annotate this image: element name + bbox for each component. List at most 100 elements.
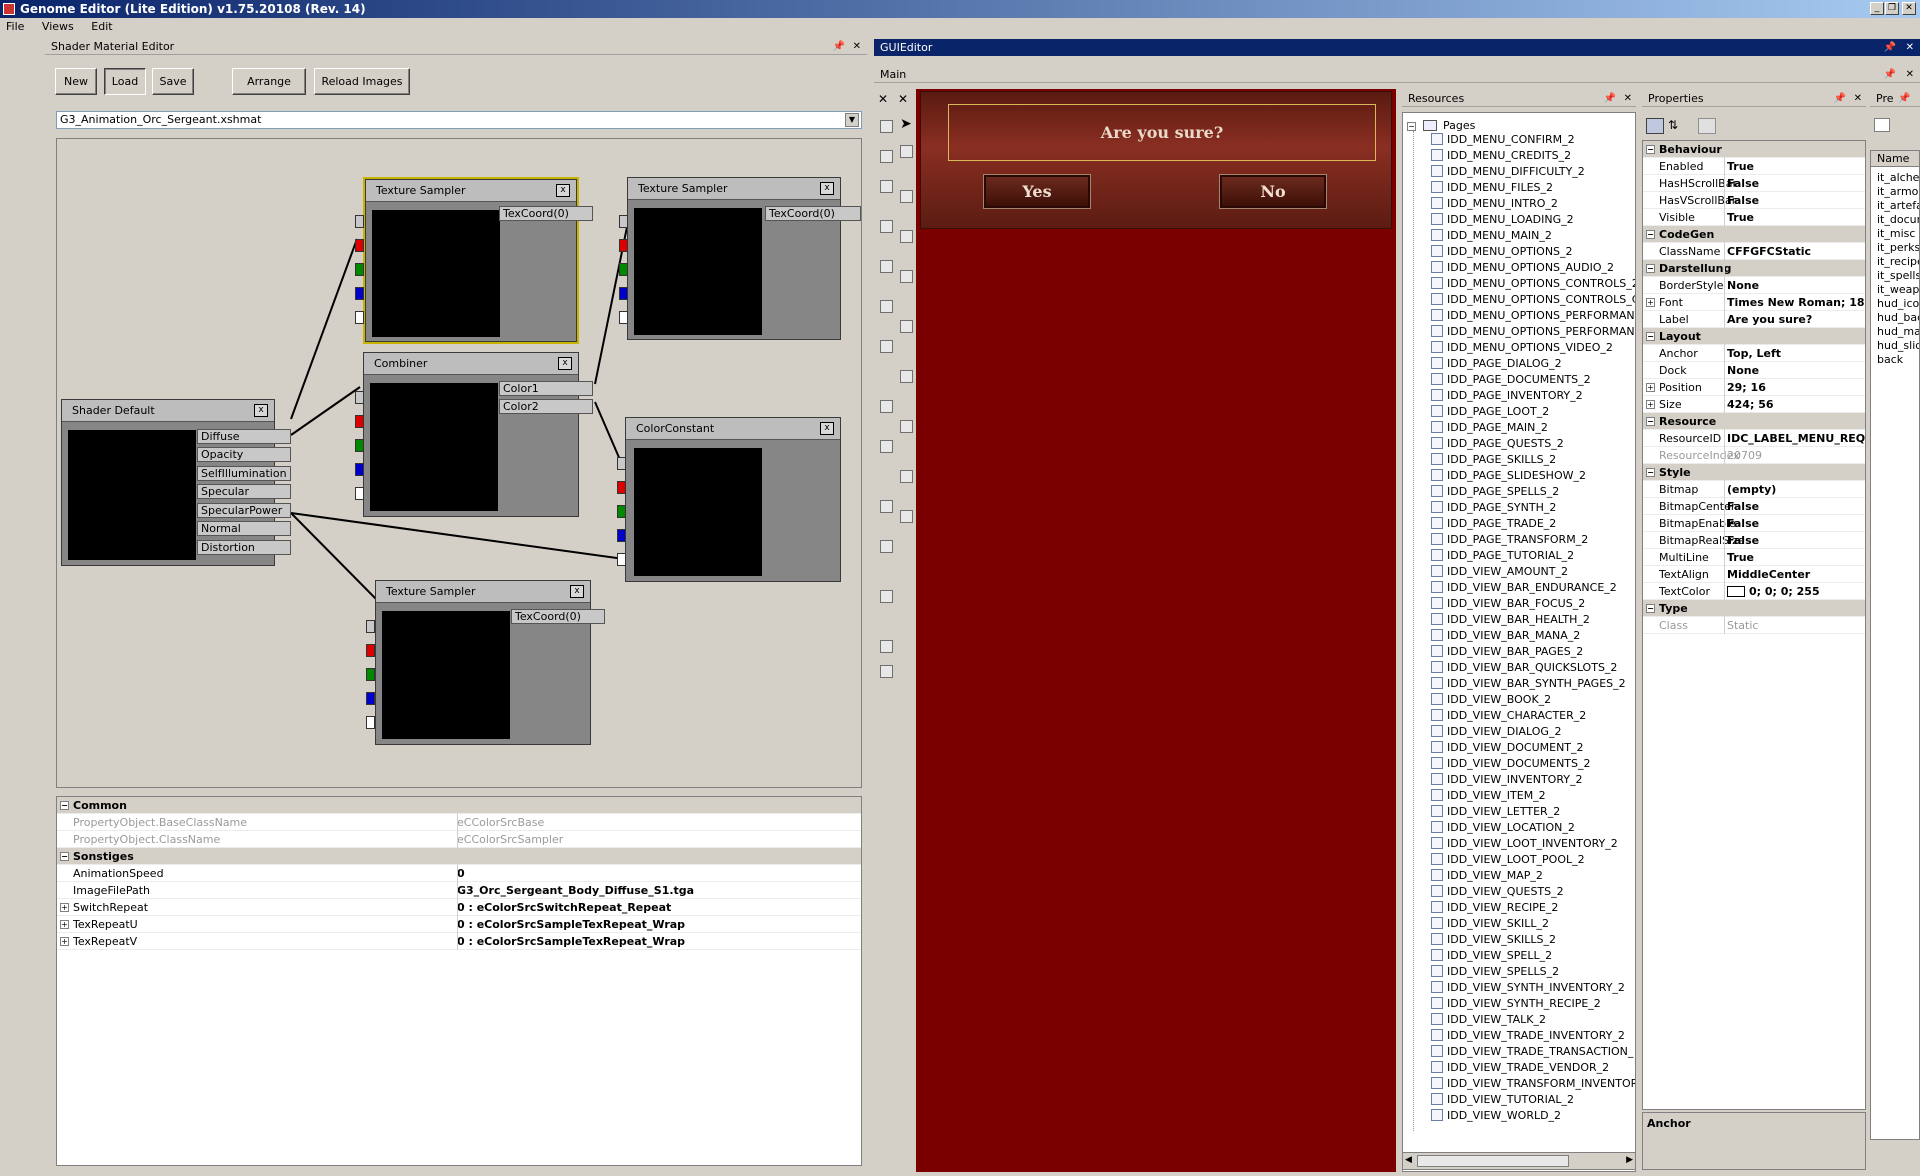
resource-item[interactable]: IDD_PAGE_TRADE_2	[1431, 516, 1556, 532]
port-red[interactable]	[355, 415, 364, 428]
resource-item[interactable]: IDD_VIEW_BAR_QUICKSLOTS_2	[1431, 660, 1617, 676]
resource-item[interactable]: IDD_VIEW_BAR_SYNTH_PAGES_2	[1431, 676, 1626, 692]
input-specularpower[interactable]: SpecularPower	[197, 503, 291, 518]
port-blue[interactable]	[366, 692, 375, 705]
pin-icon[interactable]: 📌	[1884, 39, 1896, 56]
resource-item[interactable]: IDD_VIEW_TRADE_TRANSACTION_	[1431, 1044, 1633, 1060]
resource-item[interactable]: IDD_VIEW_ITEM_2	[1431, 788, 1546, 804]
pointer-icon[interactable]: ➤	[900, 116, 912, 132]
close-icon[interactable]: ✕	[853, 38, 861, 55]
resource-item[interactable]: IDD_VIEW_TALK_2	[1431, 1012, 1546, 1028]
tool-icon[interactable]	[900, 190, 913, 203]
resource-item[interactable]: IDD_VIEW_RECIPE_2	[1431, 900, 1558, 916]
port-green[interactable]	[355, 263, 364, 276]
resource-item[interactable]: IDD_PAGE_LOOT_2	[1431, 404, 1549, 420]
resource-item[interactable]: IDD_VIEW_SKILL_2	[1431, 916, 1549, 932]
preview-list-item[interactable]: it_artefac	[1877, 199, 1919, 213]
combiner-node[interactable]: Combiner x	[363, 352, 579, 517]
resource-item[interactable]: IDD_MENU_CREDITS_2	[1431, 148, 1571, 164]
load-button[interactable]: Load	[104, 68, 146, 95]
resource-item[interactable]: IDD_VIEW_LETTER_2	[1431, 804, 1560, 820]
resource-item[interactable]: IDD_VIEW_TRADE_INVENTORY_2	[1431, 1028, 1625, 1044]
close-icon[interactable]: ✕	[898, 92, 908, 106]
port-input[interactable]	[355, 391, 364, 404]
resource-item[interactable]: IDD_MENU_FILES_2	[1431, 180, 1553, 196]
resource-item[interactable]: IDD_VIEW_TRADE_VENDOR_2	[1431, 1060, 1609, 1076]
node-close-button[interactable]: x	[570, 585, 584, 598]
node-graph-canvas[interactable]: Texture Sampler x TexCoord(0) Texture Sam…	[56, 138, 862, 788]
tool-icon[interactable]	[880, 260, 893, 273]
pin-icon[interactable]: 📌	[1604, 90, 1616, 107]
collapse-icon[interactable]: −	[1646, 417, 1655, 426]
resource-item[interactable]: IDD_VIEW_LOOT_INVENTORY_2	[1431, 836, 1618, 852]
property-row[interactable]: Enabled True	[1643, 158, 1865, 175]
resource-item[interactable]: IDD_VIEW_CHARACTER_2	[1431, 708, 1586, 724]
prop-row[interactable]: + TexRepeatU 0 : eColorSrcSampleTexRepeat_…	[57, 916, 861, 933]
input-opacity[interactable]: Opacity	[197, 447, 291, 462]
preview-list-item[interactable]: it_docume	[1877, 213, 1919, 227]
resource-item[interactable]: IDD_PAGE_SLIDESHOW_2	[1431, 468, 1586, 484]
property-row[interactable]: ClassName CFFGFCStatic	[1643, 243, 1865, 260]
resource-item[interactable]: IDD_VIEW_SKILLS_2	[1431, 932, 1556, 948]
column-divider[interactable]	[1724, 141, 1725, 634]
prop-row[interactable]: PropertyObject.ClassName eCColorSrcSample…	[57, 831, 861, 848]
tool-icon[interactable]	[880, 300, 893, 313]
preview-list-item[interactable]: hud_back	[1877, 311, 1919, 325]
resource-item[interactable]: IDD_PAGE_TRANSFORM_2	[1431, 532, 1588, 548]
port-red[interactable]	[355, 239, 364, 252]
property-category[interactable]: − Type	[1643, 600, 1865, 617]
gui-design-surface[interactable]: Are you sure? Yes No	[916, 89, 1396, 1172]
pin-icon[interactable]: 📌	[1898, 90, 1910, 106]
property-row[interactable]: + Position 29; 16	[1643, 379, 1865, 396]
resource-item[interactable]: IDD_VIEW_DOCUMENTS_2	[1431, 756, 1591, 772]
port-input[interactable]	[617, 457, 626, 470]
expand-icon[interactable]: +	[60, 920, 69, 929]
resource-item[interactable]: IDD_VIEW_QUESTS_2	[1431, 884, 1564, 900]
resource-item[interactable]: IDD_MENU_LOADING_2	[1431, 212, 1574, 228]
menu-edit[interactable]: Edit	[91, 20, 112, 33]
prop-row[interactable]: + TexRepeatV 0 : eColorSrcSampleTexRepeat_…	[57, 933, 861, 950]
resource-item[interactable]: IDD_VIEW_SYNTH_RECIPE_2	[1431, 996, 1601, 1012]
resource-item[interactable]: IDD_VIEW_AMOUNT_2	[1431, 564, 1568, 580]
preview-list-item[interactable]: back	[1877, 353, 1903, 367]
resource-item[interactable]: IDD_MENU_OPTIONS_VIDEO_2	[1431, 340, 1613, 356]
property-category[interactable]: − Behaviour	[1643, 141, 1865, 158]
resource-item[interactable]: IDD_PAGE_DIALOG_2	[1431, 356, 1562, 372]
tool-icon[interactable]	[900, 510, 913, 523]
property-row[interactable]: + Size 424; 56	[1643, 396, 1865, 413]
property-row[interactable]: Visible True	[1643, 209, 1865, 226]
tool-icon[interactable]	[900, 145, 913, 158]
tool-icon[interactable]	[880, 180, 893, 193]
preview-list-item[interactable]: it_weapon	[1877, 283, 1919, 297]
preview-list-item[interactable]: hud_icons	[1877, 297, 1919, 311]
resource-item[interactable]: IDD_MENU_OPTIONS_CONTROLS_C	[1431, 292, 1635, 308]
collapse-icon[interactable]: −	[1646, 468, 1655, 477]
input-normal[interactable]: Normal	[197, 521, 291, 536]
close-icon[interactable]: ✕	[1906, 39, 1914, 56]
resource-item[interactable]: IDD_PAGE_MAIN_2	[1431, 420, 1548, 436]
resource-item[interactable]: IDD_PAGE_SPELLS_2	[1431, 484, 1559, 500]
expand-icon[interactable]: +	[60, 903, 69, 912]
texture-sampler-node-1[interactable]: Texture Sampler x	[363, 177, 579, 344]
port-red[interactable]	[366, 644, 375, 657]
new-button[interactable]: New	[55, 68, 97, 95]
property-row[interactable]: BorderStyle None	[1643, 277, 1865, 294]
resource-item[interactable]: IDD_PAGE_SKILLS_2	[1431, 452, 1556, 468]
resource-item[interactable]: IDD_PAGE_DOCUMENTS_2	[1431, 372, 1591, 388]
property-row[interactable]: ResourceIndex 20709	[1643, 447, 1865, 464]
tool-icon[interactable]	[900, 230, 913, 243]
preview-list[interactable]: Name it_alchemit_armorit_artefacit_docum…	[1870, 150, 1920, 1140]
port-alpha[interactable]	[619, 311, 628, 324]
property-row[interactable]: TextAlign MiddleCenter	[1643, 566, 1865, 583]
resource-item[interactable]: IDD_VIEW_BAR_FOCUS_2	[1431, 596, 1585, 612]
property-category[interactable]: − Darstellung	[1643, 260, 1865, 277]
expand-icon[interactable]: +	[60, 937, 69, 946]
preview-list-item[interactable]: it_alchem	[1877, 171, 1919, 185]
column-header-name[interactable]: Name	[1871, 151, 1919, 167]
resource-item[interactable]: IDD_MENU_OPTIONS_CONTROLS_2	[1431, 276, 1635, 292]
resource-item[interactable]: IDD_VIEW_LOCATION_2	[1431, 820, 1575, 836]
resources-horizontal-scrollbar[interactable]: ◀ ▶	[1402, 1152, 1636, 1170]
color-constant-node[interactable]: ColorConstant x	[625, 417, 841, 582]
close-icon[interactable]: ✕	[878, 92, 888, 106]
collapse-icon[interactable]: −	[1407, 122, 1416, 131]
